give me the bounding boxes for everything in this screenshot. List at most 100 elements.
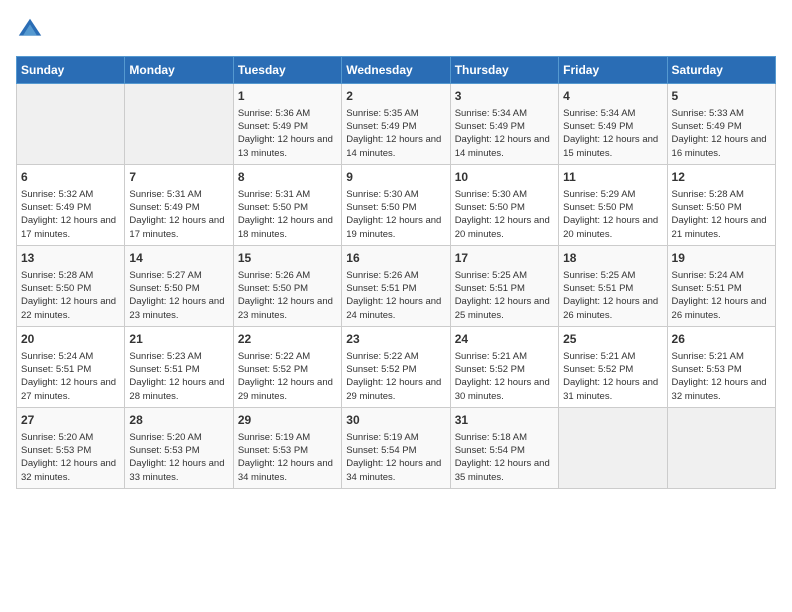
calendar-week-row: 13 Sunrise: 5:28 AMSunset: 5:50 PMDayligh… (17, 245, 776, 326)
calendar-cell: 29 Sunrise: 5:19 AMSunset: 5:53 PMDayligh… (233, 407, 341, 488)
calendar-cell: 2 Sunrise: 5:35 AMSunset: 5:49 PMDaylight… (342, 84, 450, 165)
day-info: Sunrise: 5:28 AMSunset: 5:50 PMDaylight:… (21, 269, 120, 322)
day-info: Sunrise: 5:30 AMSunset: 5:50 PMDaylight:… (455, 188, 554, 241)
day-number: 8 (238, 169, 337, 186)
day-number: 21 (129, 331, 228, 348)
calendar-cell: 1 Sunrise: 5:36 AMSunset: 5:49 PMDaylight… (233, 84, 341, 165)
day-info: Sunrise: 5:34 AMSunset: 5:49 PMDaylight:… (455, 107, 554, 160)
day-info: Sunrise: 5:21 AMSunset: 5:53 PMDaylight:… (672, 350, 771, 403)
calendar-table: SundayMondayTuesdayWednesdayThursdayFrid… (16, 56, 776, 489)
weekday-header-row: SundayMondayTuesdayWednesdayThursdayFrid… (17, 57, 776, 84)
day-number: 29 (238, 412, 337, 429)
calendar-cell: 19Sunrise: 5:24 AMSunset: 5:51 PMDayligh… (667, 245, 775, 326)
day-number: 6 (21, 169, 120, 186)
calendar-cell: 11 Sunrise: 5:29 AMSunset: 5:50 PMDayligh… (559, 164, 667, 245)
day-number: 27 (21, 412, 120, 429)
calendar-cell: 17 Sunrise: 5:25 AMSunset: 5:51 PMDayligh… (450, 245, 558, 326)
day-info: Sunrise: 5:24 AMSunset: 5:51 PMDaylight:… (21, 350, 120, 403)
day-number: 12 (672, 169, 771, 186)
calendar-cell: 13 Sunrise: 5:28 AMSunset: 5:50 PMDayligh… (17, 245, 125, 326)
calendar-cell: 15 Sunrise: 5:26 AMSunset: 5:50 PMDayligh… (233, 245, 341, 326)
calendar-cell: 5 Sunrise: 5:33 AMSunset: 5:49 PMDaylight… (667, 84, 775, 165)
calendar-cell: 22 Sunrise: 5:22 AMSunset: 5:52 PMDayligh… (233, 326, 341, 407)
day-info: Sunrise: 5:25 AMSunset: 5:51 PMDaylight:… (563, 269, 662, 322)
day-number: 15 (238, 250, 337, 267)
day-number: 26 (672, 331, 771, 348)
day-info: Sunrise: 5:20 AMSunset: 5:53 PMDaylight:… (21, 431, 120, 484)
weekday-header: Monday (125, 57, 233, 84)
day-number: 14 (129, 250, 228, 267)
day-info: Sunrise: 5:19 AMSunset: 5:54 PMDaylight:… (346, 431, 445, 484)
day-info: Sunrise: 5:19 AMSunset: 5:53 PMDaylight:… (238, 431, 337, 484)
day-number: 9 (346, 169, 445, 186)
day-info: Sunrise: 5:21 AMSunset: 5:52 PMDaylight:… (455, 350, 554, 403)
day-info: Sunrise: 5:34 AMSunset: 5:49 PMDaylight:… (563, 107, 662, 160)
day-number: 4 (563, 88, 662, 105)
day-info: Sunrise: 5:31 AMSunset: 5:49 PMDaylight:… (129, 188, 228, 241)
day-number: 31 (455, 412, 554, 429)
day-info: Sunrise: 5:27 AMSunset: 5:50 PMDaylight:… (129, 269, 228, 322)
calendar-cell (125, 84, 233, 165)
day-number: 17 (455, 250, 554, 267)
calendar-cell: 8 Sunrise: 5:31 AMSunset: 5:50 PMDaylight… (233, 164, 341, 245)
day-info: Sunrise: 5:21 AMSunset: 5:52 PMDaylight:… (563, 350, 662, 403)
day-info: Sunrise: 5:28 AMSunset: 5:50 PMDaylight:… (672, 188, 771, 241)
day-number: 2 (346, 88, 445, 105)
calendar-cell (17, 84, 125, 165)
calendar-cell: 16Sunrise: 5:26 AMSunset: 5:51 PMDayligh… (342, 245, 450, 326)
day-number: 23 (346, 331, 445, 348)
day-number: 3 (455, 88, 554, 105)
day-number: 20 (21, 331, 120, 348)
day-info: Sunrise: 5:29 AMSunset: 5:50 PMDaylight:… (563, 188, 662, 241)
day-info: Sunrise: 5:22 AMSunset: 5:52 PMDaylight:… (238, 350, 337, 403)
calendar-cell: 26 Sunrise: 5:21 AMSunset: 5:53 PMDayligh… (667, 326, 775, 407)
day-info: Sunrise: 5:25 AMSunset: 5:51 PMDaylight:… (455, 269, 554, 322)
day-number: 18 (563, 250, 662, 267)
calendar-cell: 20 Sunrise: 5:24 AMSunset: 5:51 PMDayligh… (17, 326, 125, 407)
calendar-cell (667, 407, 775, 488)
day-info: Sunrise: 5:24 AMSunset: 5:51 PMDaylight:… (672, 269, 771, 322)
day-number: 13 (21, 250, 120, 267)
day-info: Sunrise: 5:26 AMSunset: 5:50 PMDaylight:… (238, 269, 337, 322)
day-info: Sunrise: 5:33 AMSunset: 5:49 PMDaylight:… (672, 107, 771, 160)
day-number: 30 (346, 412, 445, 429)
calendar-cell: 10 Sunrise: 5:30 AMSunset: 5:50 PMDayligh… (450, 164, 558, 245)
calendar-cell: 7 Sunrise: 5:31 AMSunset: 5:49 PMDaylight… (125, 164, 233, 245)
calendar-cell: 18 Sunrise: 5:25 AMSunset: 5:51 PMDayligh… (559, 245, 667, 326)
calendar-cell (559, 407, 667, 488)
calendar-cell: 14 Sunrise: 5:27 AMSunset: 5:50 PMDayligh… (125, 245, 233, 326)
calendar-cell: 27 Sunrise: 5:20 AMSunset: 5:53 PMDayligh… (17, 407, 125, 488)
day-info: Sunrise: 5:22 AMSunset: 5:52 PMDaylight:… (346, 350, 445, 403)
day-number: 5 (672, 88, 771, 105)
calendar-cell: 9 Sunrise: 5:30 AMSunset: 5:50 PMDaylight… (342, 164, 450, 245)
calendar-cell: 6 Sunrise: 5:32 AMSunset: 5:49 PMDaylight… (17, 164, 125, 245)
calendar-week-row: 27 Sunrise: 5:20 AMSunset: 5:53 PMDayligh… (17, 407, 776, 488)
day-number: 22 (238, 331, 337, 348)
day-info: Sunrise: 5:36 AMSunset: 5:49 PMDaylight:… (238, 107, 337, 160)
weekday-header: Thursday (450, 57, 558, 84)
day-number: 24 (455, 331, 554, 348)
day-info: Sunrise: 5:32 AMSunset: 5:49 PMDaylight:… (21, 188, 120, 241)
day-number: 7 (129, 169, 228, 186)
calendar-cell: 23 Sunrise: 5:22 AMSunset: 5:52 PMDayligh… (342, 326, 450, 407)
calendar-cell: 30 Sunrise: 5:19 AMSunset: 5:54 PMDayligh… (342, 407, 450, 488)
calendar-cell: 25 Sunrise: 5:21 AMSunset: 5:52 PMDayligh… (559, 326, 667, 407)
calendar-cell: 21Sunrise: 5:23 AMSunset: 5:51 PMDayligh… (125, 326, 233, 407)
day-info: Sunrise: 5:31 AMSunset: 5:50 PMDaylight:… (238, 188, 337, 241)
day-info: Sunrise: 5:18 AMSunset: 5:54 PMDaylight:… (455, 431, 554, 484)
calendar-week-row: 1 Sunrise: 5:36 AMSunset: 5:49 PMDaylight… (17, 84, 776, 165)
calendar-week-row: 20 Sunrise: 5:24 AMSunset: 5:51 PMDayligh… (17, 326, 776, 407)
weekday-header: Wednesday (342, 57, 450, 84)
day-info: Sunrise: 5:30 AMSunset: 5:50 PMDaylight:… (346, 188, 445, 241)
logo (16, 16, 48, 44)
day-info: Sunrise: 5:20 AMSunset: 5:53 PMDaylight:… (129, 431, 228, 484)
day-number: 10 (455, 169, 554, 186)
calendar-cell: 24 Sunrise: 5:21 AMSunset: 5:52 PMDayligh… (450, 326, 558, 407)
logo-icon (16, 16, 44, 44)
calendar-cell: 3 Sunrise: 5:34 AMSunset: 5:49 PMDaylight… (450, 84, 558, 165)
day-number: 11 (563, 169, 662, 186)
day-number: 1 (238, 88, 337, 105)
day-info: Sunrise: 5:35 AMSunset: 5:49 PMDaylight:… (346, 107, 445, 160)
day-number: 25 (563, 331, 662, 348)
calendar-week-row: 6 Sunrise: 5:32 AMSunset: 5:49 PMDaylight… (17, 164, 776, 245)
